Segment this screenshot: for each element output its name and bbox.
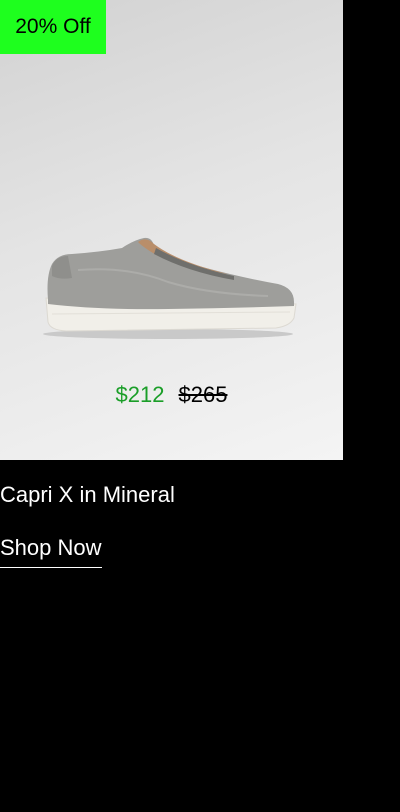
product-name[interactable]: Capri X in Mineral xyxy=(0,482,175,508)
shop-now-link[interactable]: Shop Now xyxy=(0,535,102,568)
original-price: $265 xyxy=(178,382,228,407)
price-row: $212 $265 xyxy=(0,382,343,408)
discount-badge: 20% Off xyxy=(0,0,106,54)
product-card-image[interactable]: 20% Off $212 $265 xyxy=(0,0,343,460)
sale-price: $212 xyxy=(115,382,165,407)
sneaker-image xyxy=(43,237,297,339)
